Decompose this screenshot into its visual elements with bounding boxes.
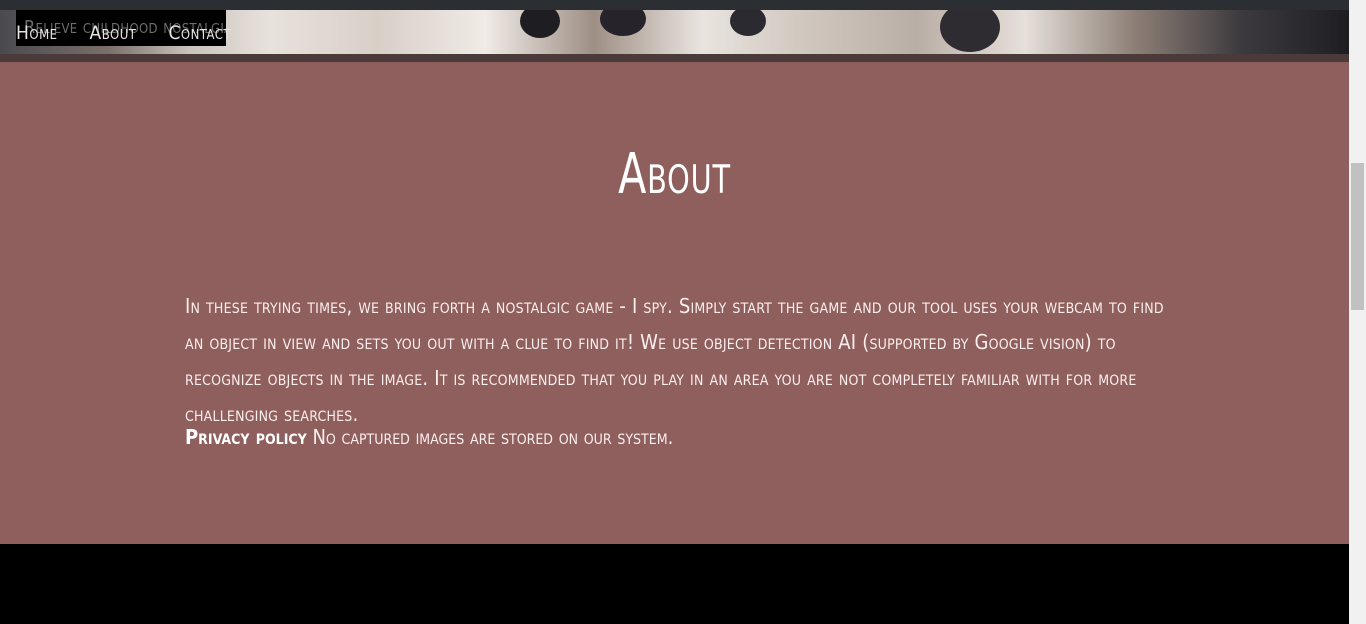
nav-item-about[interactable]: About bbox=[90, 22, 137, 44]
privacy-statement: Privacy policy No captured images are st… bbox=[185, 422, 1165, 452]
scrollbar-thumb[interactable] bbox=[1351, 163, 1364, 310]
main-nav: Home About Contact bbox=[16, 22, 231, 44]
page-footer bbox=[0, 544, 1349, 624]
browser-top-strip bbox=[0, 0, 1366, 10]
nav-item-contact[interactable]: Contact bbox=[168, 22, 231, 44]
hero-dark-shape bbox=[940, 10, 1000, 52]
hero-dark-shape bbox=[730, 10, 766, 36]
privacy-text: No captured images are stored on our sys… bbox=[312, 425, 674, 449]
vertical-scrollbar[interactable] bbox=[1349, 0, 1366, 624]
about-description: In these trying times, we bring forth a … bbox=[185, 294, 1164, 426]
hero-bottom-strip bbox=[0, 54, 1349, 62]
privacy-label: Privacy policy bbox=[185, 425, 307, 449]
nav-item-home[interactable]: Home bbox=[16, 22, 58, 44]
hero-dark-shape bbox=[520, 10, 560, 38]
about-title: About bbox=[618, 142, 731, 207]
about-section: About In these trying times, we bring fo… bbox=[0, 62, 1349, 544]
hero-dark-shape bbox=[600, 10, 646, 36]
